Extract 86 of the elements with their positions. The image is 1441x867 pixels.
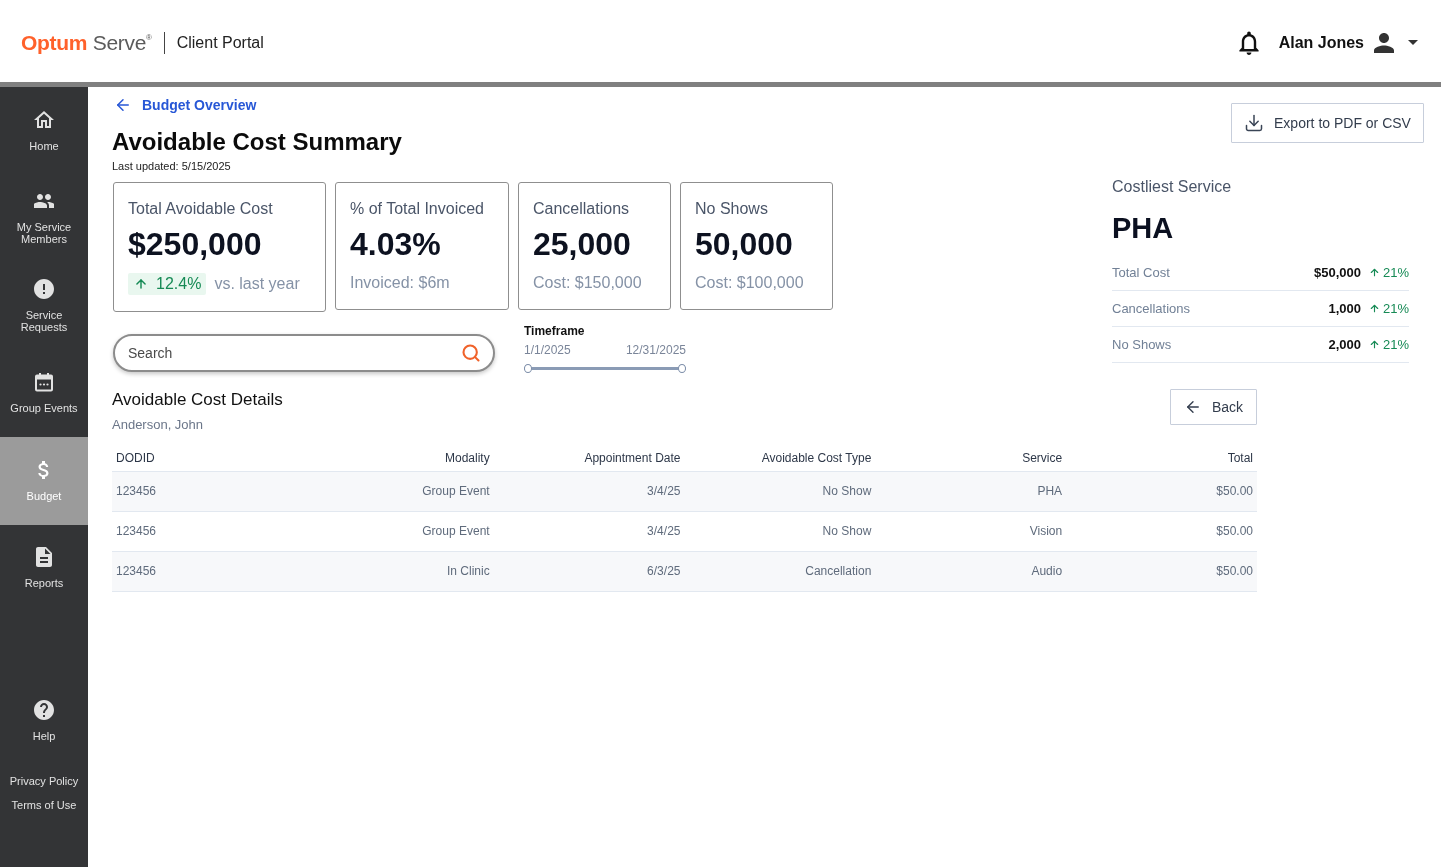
table-cell: No Show xyxy=(684,471,876,511)
column-header[interactable]: Avoidable Cost Type xyxy=(684,446,876,471)
arrow-up-icon xyxy=(1368,339,1380,350)
end-date: 12/31/2025 xyxy=(625,343,686,358)
slider-handle[interactable] xyxy=(678,364,686,373)
calendar-icon xyxy=(34,372,54,393)
column-header[interactable]: DODID xyxy=(112,446,303,471)
slider-track[interactable] xyxy=(524,367,686,370)
member-name: Anderson, John xyxy=(112,417,205,433)
table-cell: Audio xyxy=(875,551,1067,591)
nav-item[interactable]: My Service Members xyxy=(0,174,88,262)
nav-item[interactable]: Reports xyxy=(0,524,88,612)
change-value: 21% xyxy=(1382,301,1409,316)
home-icon xyxy=(34,109,54,130)
help-icon xyxy=(34,700,54,720)
download-icon xyxy=(1244,113,1265,133)
table-cell: Group Event xyxy=(302,471,494,511)
stat-value: $50,000 xyxy=(1313,265,1361,280)
arrow-up-icon xyxy=(1368,267,1380,278)
timeframe-label: Timeframe xyxy=(524,324,586,339)
service-name: PHA xyxy=(1112,211,1175,245)
breadcrumb-link[interactable]: Budget Overview xyxy=(114,96,257,114)
stat-label: No Shows xyxy=(1112,337,1172,352)
footer-link[interactable]: Privacy Policy xyxy=(9,775,79,787)
stat-note: Cost: $150,000 xyxy=(533,273,642,293)
slider-handle[interactable] xyxy=(524,364,532,373)
caret-icon[interactable] xyxy=(1408,40,1418,45)
page-title: Avoidable Cost Summary xyxy=(112,128,402,156)
table-cell: $50.00 xyxy=(1066,471,1257,511)
search-icon[interactable] xyxy=(461,343,481,363)
stat-label: Total Cost xyxy=(1112,265,1170,280)
stat-title: Cancellations xyxy=(533,199,630,219)
bell-icon[interactable] xyxy=(1236,30,1261,55)
table-cell: No Show xyxy=(684,511,876,551)
stat-value: $250,000 xyxy=(128,225,262,263)
export-button[interactable]: Export to PDF or CSV xyxy=(1231,103,1424,143)
stat-value: 2,000 xyxy=(1328,337,1361,352)
footer-link[interactable]: Terms of Use xyxy=(11,799,77,811)
table-cell: $50.00 xyxy=(1066,511,1257,551)
stat-title: No Shows xyxy=(695,199,768,219)
stat-value: 1,000 xyxy=(1328,301,1361,316)
column-header[interactable]: Modality xyxy=(302,446,494,471)
nav-item[interactable]: Service Requests xyxy=(0,262,88,350)
table-cell: 123456 xyxy=(112,471,303,511)
stat-value: 25,000 xyxy=(533,225,631,263)
table-cell: 3/4/25 xyxy=(493,471,685,511)
table-cell: 6/3/25 xyxy=(493,551,685,591)
table-cell: Group Event xyxy=(302,511,494,551)
portal-name: Client Portal xyxy=(176,33,264,52)
exclamation-icon xyxy=(34,278,54,299)
help-nav-item[interactable]: Help xyxy=(32,700,56,742)
stat-label: Cancellations xyxy=(1112,301,1191,316)
table-cell: In Clinic xyxy=(302,551,494,591)
change-value: 21% xyxy=(1382,337,1409,352)
nav-item[interactable]: Group Events xyxy=(0,349,88,437)
last-updated: Last updated: 5/15/2025 xyxy=(112,159,231,173)
stat-title: Total Avoidable Cost xyxy=(128,199,273,219)
stat-title: % of Total Invoiced xyxy=(350,199,484,219)
table-cell: $50.00 xyxy=(1066,551,1257,591)
document-icon xyxy=(34,547,54,568)
stat-note: Cost: $100,000 xyxy=(695,273,804,293)
table-cell: 3/4/25 xyxy=(493,511,685,551)
arrow-up-icon xyxy=(1368,303,1380,314)
person-icon[interactable] xyxy=(1374,32,1394,53)
search-field[interactable]: Search xyxy=(113,334,495,372)
change-value: 12.4% xyxy=(156,275,202,293)
section-title: Avoidable Cost Details xyxy=(112,390,283,410)
table-cell: Vision xyxy=(875,511,1067,551)
start-date: 1/1/2025 xyxy=(524,343,571,358)
table-cell: PHA xyxy=(875,471,1067,511)
stat-value: 50,000 xyxy=(695,225,793,263)
stat-note: Invoiced: $6m xyxy=(350,273,450,293)
nav-item[interactable]: Home xyxy=(0,87,88,175)
column-header[interactable]: Appointment Date xyxy=(493,446,685,471)
table-cell: Cancellation xyxy=(684,551,876,591)
table-cell: 123456 xyxy=(112,551,303,591)
table-cell: 123456 xyxy=(112,511,303,551)
stat-note: vs. last year xyxy=(214,274,300,294)
column-header[interactable]: Service xyxy=(875,446,1067,471)
logo: Optum Serve$^{®}$ xyxy=(21,30,152,55)
stat-value: 4.03% xyxy=(350,225,441,263)
section-title: Costliest Service xyxy=(1112,177,1233,197)
user-name: Alan Jones xyxy=(1278,33,1364,52)
column-header[interactable]: Total xyxy=(1066,446,1257,471)
change-value: 21% xyxy=(1382,265,1409,280)
back-button[interactable]: Back xyxy=(1170,389,1257,425)
